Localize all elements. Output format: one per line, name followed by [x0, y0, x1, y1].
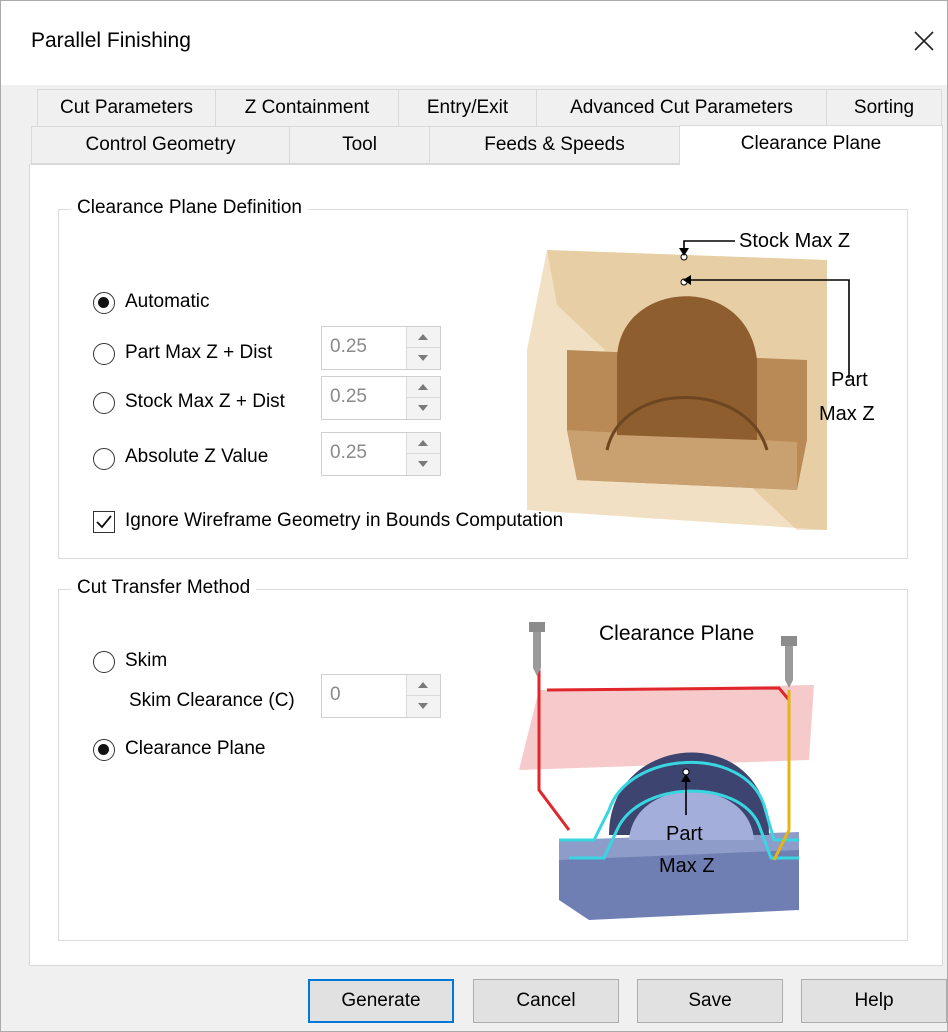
clearance-plane-text: Clearance Plane	[599, 622, 754, 645]
stock-leader	[683, 240, 735, 252]
save-button[interactable]: Save	[637, 979, 783, 1023]
absolute-z-stepper[interactable]: 0.25	[321, 432, 441, 476]
generate-button[interactable]: Generate	[308, 979, 454, 1023]
window-title: Parallel Finishing	[31, 29, 191, 52]
tab-tool[interactable]: Tool	[289, 126, 430, 164]
part-label-1: Part	[666, 823, 703, 845]
radio-absolute-z[interactable]	[93, 448, 115, 470]
stepper-value: 0.25	[330, 386, 367, 407]
clearance-definition-group: Clearance Plane Definition Automatic Par…	[58, 197, 908, 559]
stock-part-illustration: Stock Max Z Part Max Z	[527, 230, 875, 530]
group-title: Cut Transfer Method	[71, 577, 257, 599]
radio-clearance-plane[interactable]	[93, 739, 115, 761]
part-label-1: Part	[831, 369, 868, 391]
help-button[interactable]: Help	[801, 979, 947, 1023]
radio-automatic-label: Automatic	[125, 291, 210, 312]
stepper-up-button[interactable]	[407, 377, 440, 398]
tab-panel: Clearance Plane Definition Automatic Par…	[29, 164, 943, 966]
stepper-down-button[interactable]	[407, 348, 440, 369]
skim-clearance-label: Skim Clearance (C)	[129, 690, 295, 711]
radio-absolute-z-label: Absolute Z Value	[125, 446, 269, 467]
stepper-up-button[interactable]	[407, 675, 440, 696]
radio-skim-label: Skim	[125, 650, 168, 671]
part-label-2: Max Z	[819, 403, 875, 425]
right-tool-icon	[781, 636, 797, 688]
tab-feeds-speeds[interactable]: Feeds & Speeds	[429, 126, 680, 164]
tab-sorting[interactable]: Sorting	[826, 89, 942, 127]
tab-cut-parameters[interactable]: Cut Parameters	[37, 89, 216, 127]
tab-clearance-plane[interactable]: Clearance Plane	[679, 125, 943, 165]
cut-transfer-group: Cut Transfer Method Skim Skim Clearance …	[58, 577, 908, 941]
stepper-up-button[interactable]	[407, 433, 440, 454]
stepper-value: 0.25	[330, 336, 367, 357]
left-tool-icon	[529, 622, 545, 676]
tab-entry-exit[interactable]: Entry/Exit	[398, 89, 537, 127]
radio-part-max-z[interactable]	[93, 343, 115, 365]
stepper-up-button[interactable]	[407, 327, 440, 348]
tab-control-geometry[interactable]: Control Geometry	[31, 126, 290, 164]
part-max-z-stepper[interactable]: 0.25	[321, 326, 441, 370]
stepper-value: 0	[330, 684, 341, 705]
cancel-button[interactable]: Cancel	[473, 979, 619, 1023]
radio-clearance-plane-label: Clearance Plane	[125, 738, 266, 759]
part-arch	[617, 296, 757, 440]
skim-clearance-stepper[interactable]: 0	[321, 674, 441, 718]
radio-part-max-z-label: Part Max Z + Dist	[125, 342, 273, 363]
clearance-plane-illustration: Clearance Plane Part Max Z	[519, 622, 814, 920]
stepper-down-button[interactable]	[407, 398, 440, 419]
radio-stock-max-z[interactable]	[93, 392, 115, 414]
group-title: Clearance Plane Definition	[71, 197, 308, 219]
stepper-value: 0.25	[330, 442, 367, 463]
title-bar: Parallel Finishing	[1, 1, 947, 85]
tab-advanced-cut-parameters[interactable]: Advanced Cut Parameters	[536, 89, 827, 127]
radio-automatic[interactable]	[93, 292, 115, 314]
radio-stock-max-z-label: Stock Max Z + Dist	[125, 391, 285, 412]
checkmark-icon	[96, 515, 112, 529]
stepper-down-button[interactable]	[407, 454, 440, 475]
tab-z-containment[interactable]: Z Containment	[215, 89, 399, 127]
stepper-down-button[interactable]	[407, 696, 440, 717]
stock-max-z-stepper[interactable]: 0.25	[321, 376, 441, 420]
radio-skim[interactable]	[93, 651, 115, 673]
close-icon[interactable]	[907, 23, 941, 59]
dialog-window: Parallel Finishing Cut Parameters Z Cont…	[0, 0, 948, 1032]
part-label-2: Max Z	[659, 855, 715, 877]
stock-max-z-label: Stock Max Z	[739, 230, 850, 252]
ignore-wireframe-checkbox[interactable]	[93, 511, 115, 533]
